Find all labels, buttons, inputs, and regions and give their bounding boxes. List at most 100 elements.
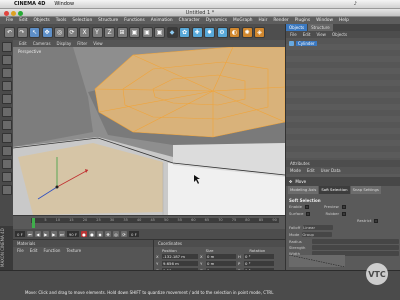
- timeline-ruler[interactable]: 0 5 10 15 20 25 30 35 40 45 50 55 60 65 …: [31, 218, 279, 223]
- falloff-graph[interactable]: [289, 255, 345, 267]
- rotate-tool-icon[interactable]: ⟳: [66, 26, 78, 38]
- preview-checkbox[interactable]: [341, 204, 346, 209]
- render-picture-viewer-icon[interactable]: ▣: [141, 26, 153, 38]
- menu-edit[interactable]: Edit: [19, 18, 27, 23]
- start-frame-field[interactable]: 0 F: [15, 231, 25, 237]
- menu-hair[interactable]: Hair: [259, 18, 268, 23]
- perspective-viewport[interactable]: Perspective: [13, 47, 285, 215]
- app-menu[interactable]: CINEMA 4D: [14, 1, 45, 7]
- menu-help[interactable]: Help: [339, 18, 349, 23]
- menu-selection[interactable]: Selection: [72, 18, 92, 23]
- menu-plugins[interactable]: Plugins: [295, 18, 310, 23]
- next-key-icon[interactable]: ▶: [50, 231, 57, 237]
- cube-object-icon[interactable]: ◆: [166, 26, 178, 38]
- mode-select[interactable]: Group: [302, 232, 333, 237]
- make-editable-icon[interactable]: [2, 42, 12, 52]
- objects-menu-edit[interactable]: Edit: [303, 32, 311, 37]
- z-axis-icon[interactable]: Z: [104, 26, 115, 38]
- materials-menu-file[interactable]: File: [17, 248, 24, 253]
- enable-checkbox[interactable]: [304, 204, 309, 209]
- camera-icon[interactable]: ✺: [241, 26, 253, 38]
- rubber-checkbox[interactable]: [342, 211, 347, 216]
- undo-icon[interactable]: ↶: [4, 26, 15, 38]
- menu-character[interactable]: Character: [179, 18, 200, 23]
- render-view-icon[interactable]: ▣: [129, 26, 140, 38]
- viewport-menu-display[interactable]: Display: [57, 41, 72, 46]
- tab-structure[interactable]: Structure: [308, 24, 333, 31]
- materials-menu-texture[interactable]: Texture: [66, 248, 81, 253]
- deformer-icon[interactable]: ⚙: [216, 26, 228, 38]
- objects-menu-file[interactable]: File: [290, 32, 297, 37]
- surface-checkbox[interactable]: [306, 211, 311, 216]
- animation-mode-icon[interactable]: [2, 133, 12, 143]
- size-y-field[interactable]: 0 m: [206, 260, 236, 266]
- window-menu[interactable]: Window: [54, 1, 74, 7]
- tab-snap-settings[interactable]: Snap Settings: [350, 186, 381, 194]
- menu-render[interactable]: Render: [273, 18, 288, 23]
- object-name[interactable]: Cylinder: [296, 40, 317, 46]
- menu-window[interactable]: Window: [316, 18, 333, 23]
- soft-selection-icon[interactable]: [2, 146, 12, 156]
- position-y-field[interactable]: 9.656 m: [162, 260, 198, 266]
- spline-icon[interactable]: ✸: [204, 26, 215, 38]
- viewport-menu-cameras[interactable]: Cameras: [33, 41, 51, 46]
- tab-soft-selection[interactable]: Soft Selection: [319, 186, 350, 194]
- menu-objects[interactable]: Objects: [34, 18, 50, 23]
- objects-menu-objects[interactable]: Objects: [332, 32, 347, 37]
- coordinate-system-icon[interactable]: ⊞: [116, 26, 128, 38]
- menu-dynamics[interactable]: Dynamics: [206, 18, 227, 23]
- polygons-mode-icon[interactable]: [2, 120, 12, 130]
- go-to-end-icon[interactable]: ⏭: [58, 231, 65, 237]
- menu-mograph[interactable]: MoGraph: [233, 18, 253, 23]
- environment-icon[interactable]: ◐: [229, 26, 240, 38]
- list-item[interactable]: Cylinder: [289, 40, 344, 46]
- viewport-menu-edit[interactable]: Edit: [19, 41, 27, 46]
- menu-file[interactable]: File: [6, 18, 13, 23]
- x-axis-icon[interactable]: X: [79, 26, 90, 38]
- previous-key-icon[interactable]: ◀: [34, 231, 41, 237]
- record-icon[interactable]: ●: [81, 231, 88, 237]
- size-x-field[interactable]: 0 m: [206, 253, 236, 259]
- model-mode-icon[interactable]: [2, 55, 12, 65]
- menu-functions[interactable]: Functions: [124, 18, 145, 23]
- tab-modeling-axis[interactable]: Modeling Axis: [288, 186, 319, 194]
- position-x-field[interactable]: -132.187 m: [162, 253, 198, 259]
- light-icon[interactable]: ◈: [254, 26, 265, 38]
- end-frame-field[interactable]: 90 F: [66, 231, 80, 237]
- viewport-menu-filter[interactable]: Filter: [77, 41, 87, 46]
- menu-animation[interactable]: Animation: [151, 18, 173, 23]
- attributes-menu-mode[interactable]: Mode: [290, 168, 301, 173]
- scale-key-icon[interactable]: ◎: [113, 231, 120, 237]
- viewport-menu-view[interactable]: View: [93, 41, 103, 46]
- materials-menu-edit[interactable]: Edit: [30, 248, 38, 253]
- locked-workplane-icon[interactable]: [2, 185, 12, 195]
- edges-mode-icon[interactable]: [2, 107, 12, 117]
- rotation-h-field[interactable]: 0 °: [244, 253, 274, 259]
- subdivision-icon[interactable]: ✿: [179, 26, 190, 38]
- axis-mode-icon[interactable]: [2, 81, 12, 91]
- keyframe-selection-icon[interactable]: ◆: [97, 231, 104, 237]
- go-to-start-icon[interactable]: ⏮: [26, 231, 33, 237]
- restrict-checkbox[interactable]: [374, 218, 379, 223]
- scale-tool-icon[interactable]: ◎: [54, 26, 65, 38]
- menu-tools[interactable]: Tools: [56, 18, 67, 23]
- attributes-menu-user-data[interactable]: User Data: [321, 168, 341, 173]
- attributes-menu-edit[interactable]: Edit: [307, 168, 315, 173]
- falloff-select[interactable]: Linear: [303, 225, 334, 230]
- current-frame-field[interactable]: 0 F: [129, 231, 139, 237]
- snap-icon[interactable]: [2, 159, 12, 169]
- objects-menu-view[interactable]: View: [316, 32, 326, 37]
- position-key-icon[interactable]: ✥: [105, 231, 112, 237]
- materials-menu-function[interactable]: Function: [43, 248, 60, 253]
- playhead[interactable]: [32, 218, 35, 228]
- redo-icon[interactable]: ↷: [16, 26, 28, 38]
- volume-icon[interactable]: ♪: [354, 1, 357, 7]
- timeline[interactable]: 0 5 10 15 20 25 30 35 40 45 50 55 60 65 …: [13, 215, 285, 229]
- object-list[interactable]: Cylinder: [286, 38, 400, 160]
- live-selection-icon[interactable]: ↖: [29, 26, 40, 38]
- rotation-key-icon[interactable]: ⟳: [121, 231, 128, 237]
- array-icon[interactable]: ✚: [191, 26, 203, 38]
- rotation-p-field[interactable]: 0 °: [244, 260, 274, 266]
- move-tool-icon[interactable]: ✥: [41, 26, 53, 38]
- workplane-icon[interactable]: [2, 172, 12, 182]
